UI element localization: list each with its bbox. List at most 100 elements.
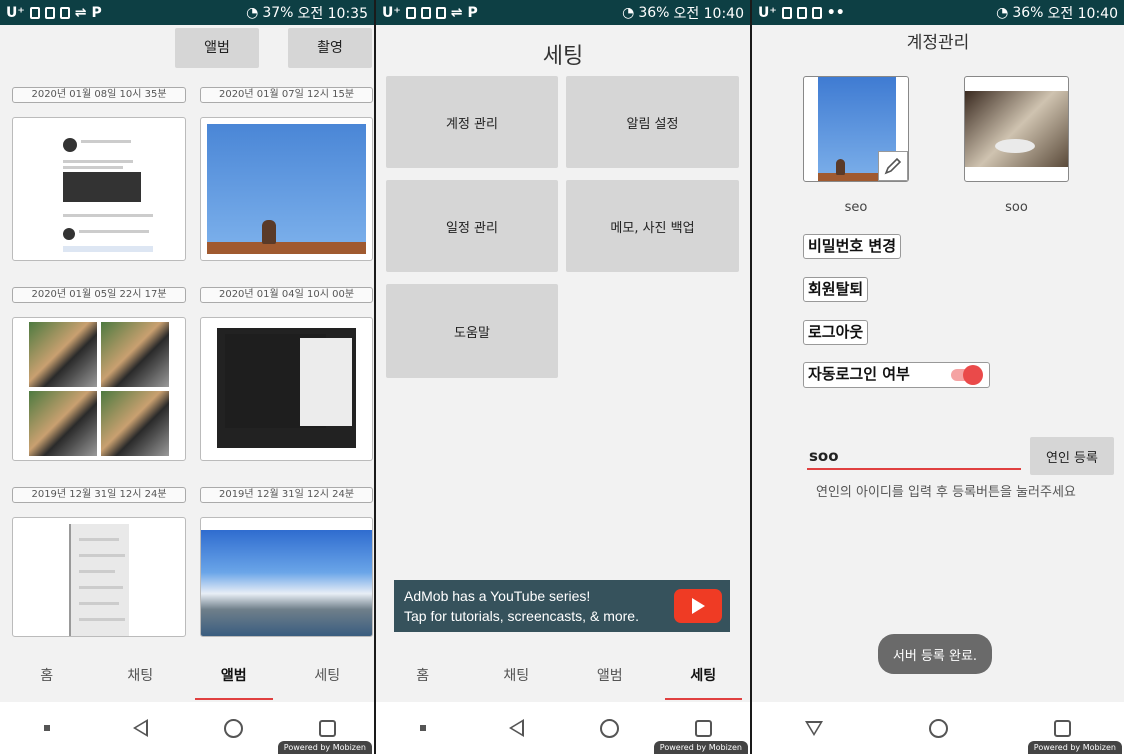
tab-album[interactable]: 앨범 — [563, 652, 657, 702]
notification-icon — [44, 6, 55, 19]
user-avatar[interactable] — [803, 76, 909, 182]
youtube-play-icon — [674, 589, 722, 623]
help-button[interactable]: 도움말 — [386, 284, 558, 378]
account-management-screen: U⁺ •• ◔ 36% 오전 10:40 계정관리 seo soo 비밀번호 변… — [752, 0, 1124, 754]
user-name: seo — [844, 200, 868, 215]
tab-settings[interactable]: 세팅 — [281, 652, 375, 702]
back-icon[interactable] — [505, 717, 527, 739]
album-thumbnail[interactable] — [200, 117, 373, 261]
notification-icon — [781, 6, 792, 19]
recents-icon[interactable] — [316, 717, 338, 739]
partner-id-input[interactable]: soo — [807, 444, 1021, 470]
time-label: 오전 10:40 — [673, 5, 744, 22]
tab-album[interactable]: 앨범 — [187, 652, 281, 702]
ad-line-2: Tap for tutorials, screencasts, & more. — [404, 608, 639, 624]
settings-screen: U⁺ ⇌ P ◔ 36% 오전 10:40 세팅 계정 관리 알림 설정 일정 … — [376, 0, 750, 754]
change-password-button[interactable]: 비밀번호 변경 — [803, 234, 902, 259]
status-bar: U⁺ •• ◔ 36% 오전 10:40 — [752, 0, 1124, 25]
watermark: Powered by Mobizen — [1027, 741, 1122, 754]
status-bar: U⁺ ⇌ P ◔ 36% 오전 10:40 — [376, 0, 750, 25]
edit-pencil-icon[interactable] — [878, 151, 908, 181]
notification-icon — [59, 6, 70, 19]
home-icon[interactable] — [927, 717, 949, 739]
bottom-tabs: 홈 채팅 앨범 세팅 — [376, 652, 750, 702]
tab-settings[interactable]: 세팅 — [657, 652, 751, 702]
recents-icon[interactable] — [1051, 717, 1073, 739]
album-thumbnail[interactable] — [12, 317, 186, 461]
parking-icon: P — [467, 4, 478, 21]
menu-dot-icon[interactable] — [412, 717, 434, 739]
notification-icon — [435, 6, 446, 19]
wifi-icon: ◔ — [622, 4, 635, 21]
home-icon[interactable] — [599, 717, 621, 739]
toast-message: 서버 등록 완료. — [878, 634, 992, 674]
tweet-screenshot — [29, 124, 169, 254]
register-partner-button[interactable]: 연인 등록 — [1030, 437, 1114, 475]
carrier-label: U⁺ — [382, 4, 401, 21]
laptop-photo — [217, 328, 356, 448]
backup-button[interactable]: 메모, 사진 백업 — [566, 180, 739, 272]
notification-icon — [405, 6, 416, 19]
usb-icon: ⇌ — [450, 4, 463, 21]
notification-icon — [420, 6, 431, 19]
notification-settings-button[interactable]: 알림 설정 — [566, 76, 739, 168]
ad-line-1: AdMob has a YouTube series! — [404, 588, 591, 604]
album-button[interactable]: 앨범 — [175, 28, 259, 68]
bottom-tabs: 홈 채팅 앨범 세팅 — [0, 652, 374, 702]
withdraw-button[interactable]: 회원탈퇴 — [803, 277, 869, 302]
auto-login-label: 자동로그인 여부 — [808, 365, 910, 383]
schedule-management-button[interactable]: 일정 관리 — [386, 180, 558, 272]
auto-login-row: 자동로그인 여부 — [803, 362, 990, 388]
time-label: 오전 10:35 — [297, 5, 368, 22]
time-label: 오전 10:40 — [1047, 5, 1118, 22]
partner-avatar[interactable] — [964, 76, 1069, 182]
auto-login-toggle[interactable] — [951, 365, 983, 385]
carrier-label: U⁺ — [6, 4, 25, 21]
document-photo — [69, 524, 129, 636]
tab-chat[interactable]: 채팅 — [94, 652, 188, 702]
city-photo — [201, 530, 372, 636]
hint-text: 연인의 아이디를 입력 후 등록버튼을 눌러주세요 — [816, 485, 1076, 500]
carrier-label: U⁺ — [758, 4, 777, 21]
album-thumbnail[interactable] — [12, 117, 186, 261]
status-bar: U⁺ ⇌ P ◔ 37% 오전 10:35 — [0, 0, 374, 25]
collapse-icon[interactable] — [803, 717, 825, 739]
page-title: 계정관리 — [906, 33, 970, 53]
battery-label: 36% — [638, 4, 670, 21]
logout-button[interactable]: 로그아웃 — [803, 320, 869, 345]
sky-photo — [207, 124, 366, 254]
battery-label: 37% — [262, 4, 294, 21]
recents-icon[interactable] — [692, 717, 714, 739]
notification-icon — [29, 6, 40, 19]
account-management-button[interactable]: 계정 관리 — [386, 76, 558, 168]
home-icon[interactable] — [223, 717, 245, 739]
ad-banner[interactable]: AdMob has a YouTube series! Tap for tuto… — [394, 580, 730, 632]
watermark: Powered by Mobizen — [653, 741, 748, 754]
battery-label: 36% — [1012, 4, 1044, 21]
wifi-icon: ◔ — [996, 4, 1009, 21]
parking-icon: P — [91, 4, 102, 21]
more-dots-icon: •• — [826, 4, 845, 21]
album-thumbnail[interactable] — [200, 517, 373, 637]
album-thumbnail[interactable] — [200, 317, 373, 461]
entry-date: 2019년 12월 31일 12시 24분 — [12, 487, 186, 503]
album-screen: U⁺ ⇌ P ◔ 37% 오전 10:35 앨범 촬영 2020년 01월 08… — [0, 0, 374, 754]
menu-dot-icon[interactable] — [36, 717, 58, 739]
notification-icon — [796, 6, 807, 19]
tab-home[interactable]: 홈 — [0, 652, 94, 702]
tab-chat[interactable]: 채팅 — [470, 652, 564, 702]
entry-date: 2020년 01월 08일 10시 35분 — [12, 87, 186, 103]
entry-date: 2020년 01월 04일 10시 00분 — [200, 287, 373, 303]
entry-date: 2020년 01월 07일 12시 15분 — [200, 87, 373, 103]
camera-button[interactable]: 촬영 — [288, 28, 372, 68]
tab-home[interactable]: 홈 — [376, 652, 470, 702]
watermark: Powered by Mobizen — [277, 741, 372, 754]
album-thumbnail[interactable] — [12, 517, 186, 637]
page-title: 세팅 — [542, 44, 584, 69]
entry-date: 2020년 01월 05일 22시 17분 — [12, 287, 186, 303]
notification-icon — [811, 6, 822, 19]
partner-name: soo — [1005, 200, 1028, 215]
entry-date: 2019년 12월 31일 12시 24분 — [200, 487, 373, 503]
photo-collage — [29, 322, 169, 456]
back-icon[interactable] — [129, 717, 151, 739]
